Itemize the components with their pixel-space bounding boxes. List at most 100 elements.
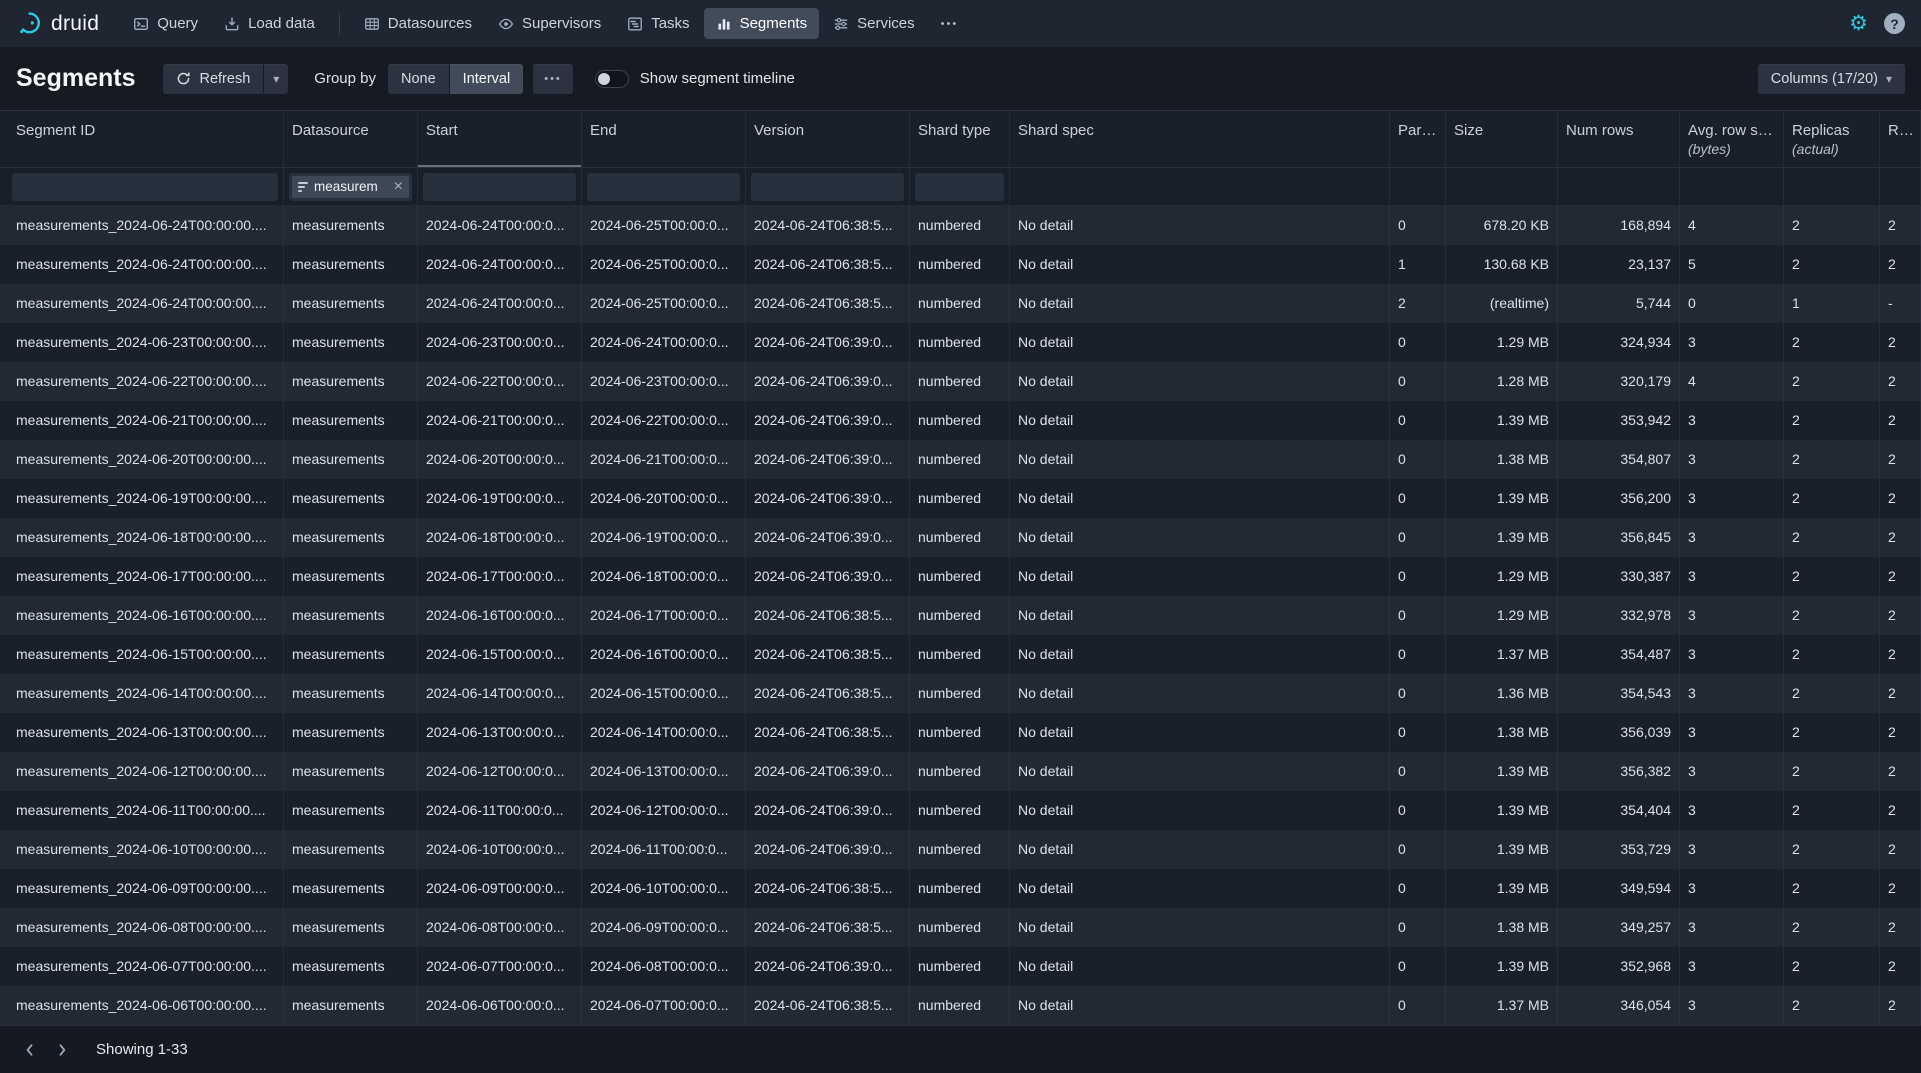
filter-cell-start [418, 168, 582, 205]
column-header-datasource[interactable]: Datasource [284, 111, 418, 167]
column-header-segment-id[interactable]: Segment ID [0, 111, 284, 167]
table-row[interactable]: measurements_2024-06-24T00:00:00....meas… [0, 284, 1921, 323]
cell-version: 2024-06-24T06:39:0... [746, 518, 910, 557]
brand[interactable]: druid [16, 10, 99, 37]
cell-version: 2024-06-24T06:38:5... [746, 908, 910, 947]
next-page-button[interactable] [46, 1034, 78, 1066]
cell-partition: 0 [1390, 713, 1446, 752]
cell-segment-id: measurements_2024-06-19T00:00:00.... [0, 479, 284, 518]
filter-input-shard-type[interactable] [915, 173, 1004, 201]
cell-partition: 0 [1390, 791, 1446, 830]
chevron-right-icon [54, 1042, 70, 1058]
nav-item-supervisors[interactable]: Supervisors [486, 8, 613, 39]
table-row[interactable]: measurements_2024-06-18T00:00:00....meas… [0, 518, 1921, 557]
filter-tag-remove-icon[interactable]: × [390, 179, 403, 195]
nav-item-datasources[interactable]: Datasources [352, 8, 484, 39]
nav-item-services[interactable]: Services [821, 8, 927, 39]
table-row[interactable]: measurements_2024-06-24T00:00:00....meas… [0, 245, 1921, 284]
cell-replicas: 2 [1784, 947, 1880, 986]
services-icon [833, 16, 849, 32]
column-header-replicas[interactable]: Replicas(actual) [1784, 111, 1880, 167]
filter-input-version[interactable] [751, 173, 904, 201]
cell-replication-factor: 2 [1880, 986, 1921, 1025]
refresh-button[interactable]: Refresh [163, 64, 263, 94]
column-header-start[interactable]: Start [418, 111, 582, 167]
table-row[interactable]: measurements_2024-06-24T00:00:00....meas… [0, 206, 1921, 245]
settings-gear-icon[interactable]: ⚙ [1849, 13, 1868, 34]
cell-num-rows: 356,845 [1558, 518, 1680, 557]
datasource-filter-tag[interactable]: measurem× [292, 176, 409, 198]
table-row[interactable]: measurements_2024-06-10T00:00:00....meas… [0, 830, 1921, 869]
cell-num-rows: 5,744 [1558, 284, 1680, 323]
table-row[interactable]: measurements_2024-06-12T00:00:00....meas… [0, 752, 1921, 791]
table-row[interactable]: measurements_2024-06-20T00:00:00....meas… [0, 440, 1921, 479]
cell-end: 2024-06-16T00:00:0... [582, 635, 746, 674]
table-row[interactable]: measurements_2024-06-19T00:00:00....meas… [0, 479, 1921, 518]
group-by-none-button[interactable]: None [388, 64, 449, 94]
cell-replication-factor: 2 [1880, 557, 1921, 596]
column-header-size[interactable]: Size [1446, 111, 1558, 167]
more-actions-button[interactable]: ••• [533, 64, 573, 94]
cell-datasource: measurements [284, 362, 418, 401]
table-row[interactable]: measurements_2024-06-11T00:00:00....meas… [0, 791, 1921, 830]
filter-input-segment-id[interactable] [12, 173, 278, 201]
segment-timeline-label: Show segment timeline [640, 70, 795, 87]
more-dots-icon: ••• [544, 73, 562, 85]
table-row[interactable]: measurements_2024-06-16T00:00:00....meas… [0, 596, 1921, 635]
cell-version: 2024-06-24T06:38:5... [746, 674, 910, 713]
table-row[interactable]: measurements_2024-06-06T00:00:00....meas… [0, 986, 1921, 1025]
table-row[interactable]: measurements_2024-06-09T00:00:00....meas… [0, 869, 1921, 908]
nav-item-segments[interactable]: Segments [704, 8, 820, 39]
table-row[interactable]: measurements_2024-06-14T00:00:00....meas… [0, 674, 1921, 713]
cell-segment-id: measurements_2024-06-11T00:00:00.... [0, 791, 284, 830]
columns-button[interactable]: Columns (17/20) ▾ [1758, 64, 1905, 94]
cell-size: 1.38 MB [1446, 713, 1558, 752]
help-icon[interactable]: ? [1884, 13, 1905, 34]
filter-input-start[interactable] [423, 173, 576, 201]
column-header-replication-factor[interactable]: Replication factor [1880, 111, 1921, 167]
cell-end: 2024-06-24T00:00:0... [582, 323, 746, 362]
cell-avg-row-size: 3 [1680, 713, 1784, 752]
table-row[interactable]: measurements_2024-06-21T00:00:00....meas… [0, 401, 1921, 440]
table-row[interactable]: measurements_2024-06-15T00:00:00....meas… [0, 635, 1921, 674]
cell-replicas: 1 [1784, 284, 1880, 323]
table-row[interactable]: measurements_2024-06-13T00:00:00....meas… [0, 713, 1921, 752]
column-header-version[interactable]: Version [746, 111, 910, 167]
cell-size: 1.38 MB [1446, 908, 1558, 947]
cell-segment-id: measurements_2024-06-08T00:00:00.... [0, 908, 284, 947]
table-row[interactable]: measurements_2024-06-17T00:00:00....meas… [0, 557, 1921, 596]
nav-item-tasks[interactable]: Tasks [615, 8, 701, 39]
nav-label: Query [157, 15, 198, 32]
nav-item-query[interactable]: Query [121, 8, 210, 39]
filter-cell-avg-row-size [1680, 168, 1784, 205]
nav-item-load-data[interactable]: Load data [212, 8, 327, 39]
table-row[interactable]: measurements_2024-06-23T00:00:00....meas… [0, 323, 1921, 362]
cell-replicas: 2 [1784, 791, 1880, 830]
column-header-partition[interactable]: Partition [1390, 111, 1446, 167]
column-header-shard-type[interactable]: Shard type [910, 111, 1010, 167]
cell-replication-factor: 2 [1880, 362, 1921, 401]
column-header-avg-row-size[interactable]: Avg. row size(bytes) [1680, 111, 1784, 167]
column-header-shard-spec[interactable]: Shard spec [1010, 111, 1390, 167]
cell-start: 2024-06-21T00:00:0... [418, 401, 582, 440]
filter-input-end[interactable] [587, 173, 740, 201]
cell-replicas: 2 [1784, 323, 1880, 362]
nav-more-button[interactable]: ••• [929, 11, 971, 37]
column-header-num-rows[interactable]: Num rows [1558, 111, 1680, 167]
refresh-dropdown-button[interactable]: ▾ [264, 64, 288, 94]
cell-num-rows: 23,137 [1558, 245, 1680, 284]
table-row[interactable]: measurements_2024-06-22T00:00:00....meas… [0, 362, 1921, 401]
segment-timeline-toggle[interactable] [595, 70, 629, 88]
prev-page-button[interactable] [14, 1034, 46, 1066]
cell-datasource: measurements [284, 986, 418, 1025]
column-label: Num rows [1566, 122, 1671, 139]
column-header-end[interactable]: End [582, 111, 746, 167]
cell-end: 2024-06-10T00:00:0... [582, 869, 746, 908]
cell-num-rows: 353,729 [1558, 830, 1680, 869]
table-row[interactable]: measurements_2024-06-07T00:00:00....meas… [0, 947, 1921, 986]
group-by-interval-button[interactable]: Interval [450, 64, 524, 94]
table-row[interactable]: measurements_2024-06-08T00:00:00....meas… [0, 908, 1921, 947]
cell-avg-row-size: 3 [1680, 440, 1784, 479]
cell-shard-spec: No detail [1010, 752, 1390, 791]
filter-input-datasource[interactable]: measurem× [289, 173, 412, 201]
